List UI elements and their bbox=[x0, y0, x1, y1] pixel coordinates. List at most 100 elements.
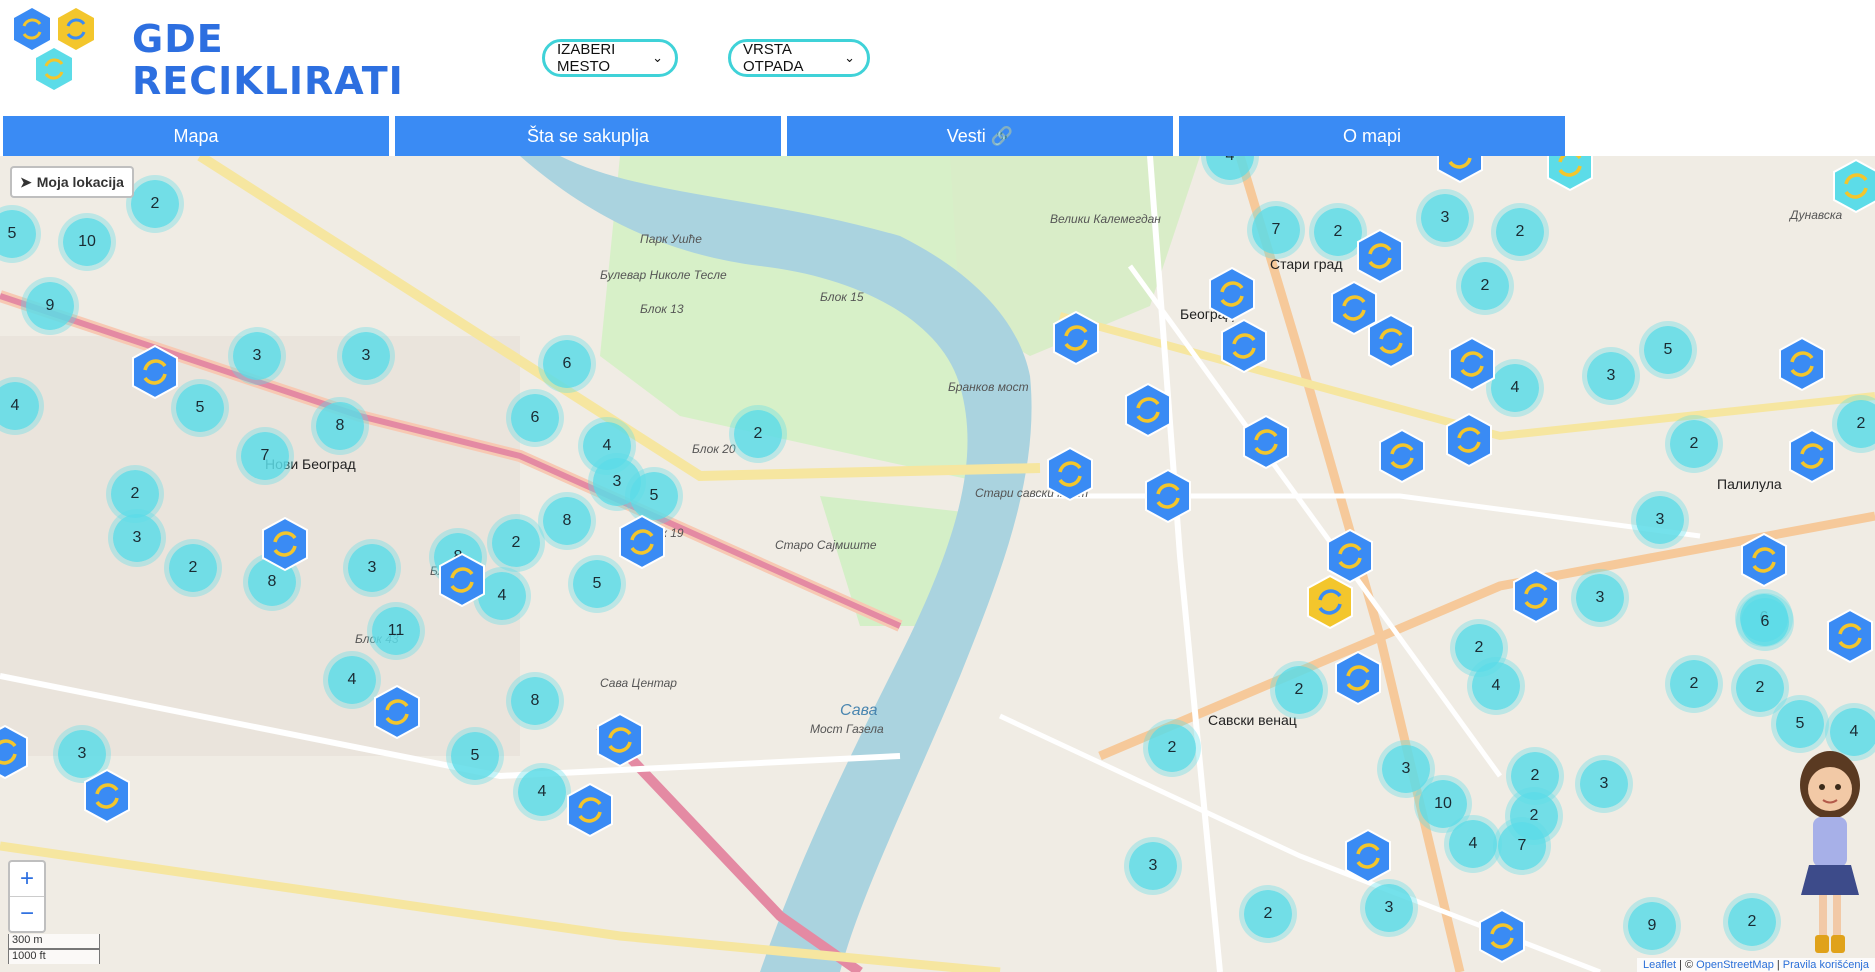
marker-cluster[interactable]: 4 bbox=[1449, 820, 1497, 868]
marker-cluster[interactable]: 3 bbox=[342, 332, 390, 380]
marker-cluster[interactable]: 3 bbox=[1636, 496, 1684, 544]
recycle-pin-icon[interactable] bbox=[260, 516, 310, 572]
marker-cluster[interactable]: 8 bbox=[316, 402, 364, 450]
marker-cluster[interactable]: 2 bbox=[1736, 664, 1784, 712]
marker-cluster[interactable]: 7 bbox=[241, 432, 289, 480]
recycle-pin-icon[interactable] bbox=[130, 344, 180, 400]
recycle-pin-icon[interactable] bbox=[1444, 412, 1494, 468]
nav-what-is-collected[interactable]: Šta se sakuplja bbox=[395, 116, 781, 156]
recycle-pin-icon[interactable] bbox=[565, 782, 615, 838]
zoom-in-button[interactable]: + bbox=[10, 862, 44, 896]
marker-cluster[interactable]: 5 bbox=[451, 732, 499, 780]
marker-cluster[interactable]: 8 bbox=[543, 497, 591, 545]
recycle-pin-icon[interactable] bbox=[1825, 608, 1875, 664]
marker-cluster[interactable]: 4 bbox=[518, 768, 566, 816]
marker-cluster[interactable]: 2 bbox=[1496, 208, 1544, 256]
recycle-pin-icon[interactable] bbox=[372, 684, 422, 740]
recycle-pin-icon[interactable] bbox=[1143, 468, 1193, 524]
recycle-pin-icon[interactable] bbox=[1343, 828, 1393, 884]
marker-cluster[interactable]: 2 bbox=[492, 519, 540, 567]
marker-cluster[interactable]: 2 bbox=[734, 410, 782, 458]
marker-cluster[interactable]: 2 bbox=[131, 180, 179, 228]
recycle-pin-icon[interactable] bbox=[1777, 336, 1827, 392]
marker-cluster[interactable]: 3 bbox=[233, 332, 281, 380]
marker-cluster[interactable]: 3 bbox=[1580, 760, 1628, 808]
recycle-pin-icon[interactable] bbox=[1123, 382, 1173, 438]
marker-cluster[interactable]: 3 bbox=[1576, 574, 1624, 622]
marker-cluster[interactable]: 2 bbox=[111, 470, 159, 518]
osm-link[interactable]: OpenStreetMap bbox=[1696, 959, 1774, 971]
attribution: Leaflet | © OpenStreetMap | Pravila kori… bbox=[1636, 958, 1875, 972]
recycle-pin-icon[interactable] bbox=[1045, 446, 1095, 502]
recycle-pin-icon[interactable] bbox=[1241, 414, 1291, 470]
marker-cluster[interactable]: 3 bbox=[1129, 842, 1177, 890]
marker-cluster[interactable]: 10 bbox=[63, 218, 111, 266]
recycle-pin-icon[interactable] bbox=[1305, 574, 1355, 630]
recycle-pin-icon[interactable] bbox=[1477, 908, 1527, 964]
map[interactable]: Парк Ушће Београд Нови Београд Стари гра… bbox=[0, 156, 1875, 972]
marker-cluster[interactable]: 2 bbox=[1275, 666, 1323, 714]
marker-cluster[interactable]: 2 bbox=[1461, 262, 1509, 310]
marker-cluster[interactable]: 8 bbox=[511, 677, 559, 725]
marker-cluster[interactable]: 2 bbox=[1670, 660, 1718, 708]
marker-cluster[interactable]: 3 bbox=[113, 514, 161, 562]
marker-cluster[interactable]: 3 bbox=[1587, 352, 1635, 400]
marker-cluster[interactable]: 2 bbox=[1148, 724, 1196, 772]
marker-cluster[interactable]: 9 bbox=[1628, 902, 1676, 950]
recycle-pin-icon[interactable] bbox=[1787, 428, 1837, 484]
marker-cluster[interactable]: 4 bbox=[1472, 662, 1520, 710]
recycle-pin-icon[interactable] bbox=[1377, 428, 1427, 484]
recycle-pin-icon[interactable] bbox=[1435, 156, 1485, 184]
marker-cluster[interactable]: 3 bbox=[1365, 884, 1413, 932]
recycle-pin-icon[interactable] bbox=[1366, 313, 1416, 369]
recycle-pin-icon[interactable] bbox=[1219, 318, 1269, 374]
marker-cluster[interactable]: 3 bbox=[1382, 745, 1430, 793]
marker-cluster[interactable]: 10 bbox=[1419, 780, 1467, 828]
recycle-pin-icon[interactable] bbox=[595, 712, 645, 768]
recycle-pin-icon[interactable] bbox=[1051, 310, 1101, 366]
marker-cluster[interactable]: 6 bbox=[511, 394, 559, 442]
mascot-girl-icon[interactable] bbox=[1785, 745, 1875, 960]
city-select[interactable]: IZABERI MESTO ⌄ bbox=[542, 39, 678, 77]
marker-cluster[interactable]: 9 bbox=[26, 282, 74, 330]
marker-cluster[interactable]: 2 bbox=[169, 544, 217, 592]
marker-cluster[interactable]: 4 bbox=[328, 656, 376, 704]
recycle-pin-icon[interactable] bbox=[1333, 650, 1383, 706]
recycle-pin-icon[interactable] bbox=[437, 552, 487, 608]
recycle-pin-icon[interactable] bbox=[1207, 266, 1257, 322]
nav-map[interactable]: Mapa bbox=[3, 116, 389, 156]
recycle-pin-icon[interactable] bbox=[82, 768, 132, 824]
recycle-pin-icon[interactable] bbox=[617, 514, 667, 570]
zoom-out-button[interactable]: − bbox=[10, 896, 44, 931]
marker-cluster[interactable]: 2 bbox=[1670, 420, 1718, 468]
recycle-pin-icon[interactable] bbox=[1831, 158, 1875, 214]
marker-cluster[interactable]: 4 bbox=[1491, 364, 1539, 412]
marker-cluster[interactable]: 6 bbox=[543, 340, 591, 388]
nav-about-map[interactable]: O mapi bbox=[1179, 116, 1565, 156]
recycle-pin-icon[interactable] bbox=[1447, 336, 1497, 392]
waste-type-select[interactable]: VRSTA OTPADA ⌄ bbox=[728, 39, 870, 77]
logo[interactable]: GDE RECIKLIRATI bbox=[10, 6, 403, 110]
leaflet-link[interactable]: Leaflet bbox=[1643, 959, 1676, 971]
marker-cluster[interactable]: 11 bbox=[372, 607, 420, 655]
marker-cluster[interactable]: 3 bbox=[1421, 194, 1469, 242]
marker-cluster[interactable]: 2 bbox=[1728, 898, 1776, 946]
marker-cluster[interactable]: 5 bbox=[1776, 700, 1824, 748]
recycle-pin-icon[interactable] bbox=[0, 724, 30, 780]
marker-cluster[interactable]: 5 bbox=[1644, 326, 1692, 374]
recycle-pin-icon[interactable] bbox=[1355, 228, 1405, 284]
marker-cluster[interactable]: 7 bbox=[1498, 822, 1546, 870]
nav-news[interactable]: Vesti 🔗 bbox=[787, 116, 1173, 156]
marker-cluster[interactable]: 7 bbox=[1252, 206, 1300, 254]
recycle-pin-icon[interactable] bbox=[1511, 568, 1561, 624]
marker-cluster[interactable]: 6 bbox=[1741, 598, 1789, 646]
recycle-pin-icon[interactable] bbox=[1545, 156, 1595, 192]
my-location-button[interactable]: ➤ Moja lokacija bbox=[10, 166, 134, 198]
marker-cluster[interactable]: 5 bbox=[630, 472, 678, 520]
marker-cluster[interactable]: 5 bbox=[573, 560, 621, 608]
rules-link[interactable]: Pravila korišćenja bbox=[1783, 959, 1869, 971]
marker-cluster[interactable]: 3 bbox=[348, 544, 396, 592]
marker-cluster[interactable]: 2 bbox=[1244, 890, 1292, 938]
recycle-pin-icon[interactable] bbox=[1739, 532, 1789, 588]
marker-cluster[interactable]: 5 bbox=[176, 384, 224, 432]
